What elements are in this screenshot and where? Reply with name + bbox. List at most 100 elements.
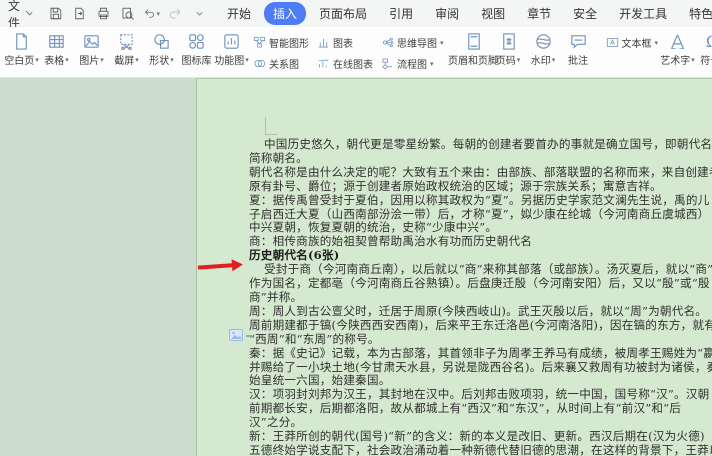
caret-down-icon: ▾ — [170, 56, 174, 64]
caret-down-icon: ▾ — [440, 39, 444, 47]
screenshot-button[interactable]: 截屏▾ — [109, 30, 144, 68]
document-line: 中国历史悠久，朝代更是零星纷繁。每朝的创建者要首办的事就是确立国号，即朝代名称， — [249, 138, 705, 152]
document-page[interactable]: 中国历史悠久，朝代更是零星纷繁。每朝的创建者要首办的事就是确立国号，即朝代名称，… — [196, 78, 712, 456]
document-line: 商：相传商族的始祖契曾帮助禹治水有功而历史朝代名 — [249, 235, 705, 249]
document-line: 周前期建都于镐(今陕西西安西南)，后来平王东迁洛邑(今河南洛阳)，因在镐的东方，… — [249, 319, 705, 333]
document-canvas: 中国历史悠久，朝代更是零星纷繁。每朝的创建者要首办的事就是确立国号，即朝代名称，… — [0, 78, 712, 456]
menu-tab[interactable]: 章节 — [518, 2, 560, 25]
watermark-button[interactable]: 水印▾ — [526, 30, 561, 68]
online-chart-button[interactable]: 在线图表 — [315, 53, 375, 74]
online-chart-icon — [317, 57, 330, 70]
button-label: 图片 — [79, 52, 99, 67]
button-label: 批注 — [568, 52, 588, 67]
document-line: 商”并称。 — [249, 291, 705, 305]
menu-tab[interactable]: 特色应用 — [680, 2, 712, 25]
menu-tab[interactable]: 开发工具 — [610, 2, 676, 25]
button-label: 页码 — [496, 52, 516, 67]
menu-tabs: 开始 插入 页面布局 引用 审阅 视图 章节 安全 开发工具 特色应用 文档助手 — [218, 2, 712, 25]
page-number-button[interactable]: 页码▾ — [491, 30, 526, 68]
button-label: 流程图 — [397, 56, 427, 71]
mindmap-button[interactable]: 思维导图 ▾ — [379, 32, 446, 53]
image-anchor-icon[interactable] — [229, 329, 243, 341]
menu-tab[interactable]: 插入 — [264, 2, 306, 25]
picture-button[interactable]: 图片▾ — [74, 30, 109, 68]
customize-icon[interactable] — [191, 5, 208, 22]
print-preview-icon[interactable] — [119, 5, 136, 22]
relation-diagram-icon — [253, 57, 266, 70]
textbox-button[interactable]: 文本框 ▾ — [604, 35, 661, 50]
omega-symbol-icon: Ω — [706, 32, 712, 52]
caret-down-icon: ▾ — [430, 60, 434, 68]
caret-down-icon: ▾ — [517, 56, 521, 64]
export-icon[interactable] — [71, 5, 88, 22]
shapes-button[interactable]: 形状▾ — [144, 30, 179, 68]
relation-diagram-button[interactable]: 关系图 — [251, 53, 311, 74]
wordart-button[interactable]: 艺术字▾ — [660, 30, 695, 68]
save-icon[interactable] — [47, 5, 64, 22]
document-line: 汉：项羽封刘邦为汉王，其封地在汉中。后刘邦击败项羽，统一中国，国号称“汉”。汉朝 — [249, 388, 705, 402]
quick-access-toolbar: ▾ — [47, 5, 208, 22]
document-line: 汉”之分。 — [249, 416, 705, 430]
wps-writer-window: 文件 ▾ — [0, 0, 712, 456]
header-footer-icon — [464, 31, 483, 52]
symbol-button[interactable]: Ω 符号▾ — [695, 30, 712, 68]
document-line: 周：周人到古公亶父时，迁居于周原(今陕西岐山)。武王灭殷以后，就以“周”为朝代名… — [249, 305, 705, 319]
file-menu-label: 文件 — [8, 0, 22, 31]
menu-tab[interactable]: 开始 — [218, 2, 260, 25]
redo-icon[interactable] — [167, 5, 184, 22]
file-menu-button[interactable]: 文件 — [8, 0, 31, 31]
document-line: 原有卦号、爵位；源于创建者原始政权统治的区域；源于宗族关系；寓意吉祥。 — [249, 180, 705, 194]
function-chart-button[interactable]: 功能图▾ — [214, 30, 249, 68]
document-line: 并赐给了一小块土地(今甘肃天水县，另说是陇西谷名)。后来襄又救周有功被封为诸侯，… — [249, 361, 705, 375]
smart-graphic-icon — [253, 36, 266, 49]
icon-library-button[interactable]: 图标库 — [179, 30, 214, 68]
chart-button[interactable]: 图表 — [315, 32, 375, 53]
caret-down-icon: ▾ — [552, 56, 556, 64]
comment-button[interactable]: 批注 — [561, 30, 596, 68]
document-line: 子启西迁大夏（山西南部汾浍一带）后，才称“夏”，姒少康在纶城（今河南商丘虞城西） — [249, 208, 705, 222]
menu-tab[interactable]: 引用 — [380, 2, 422, 25]
menu-bar: 文件 ▾ — [0, 0, 712, 27]
document-line: 始皇统一六国，始建秦国。 — [249, 374, 705, 388]
document-line: “西周”和“东周”的称号。 — [249, 333, 705, 347]
button-label: 智能图形 — [269, 35, 309, 50]
button-label: 形状 — [149, 52, 169, 67]
shapes-icon — [152, 31, 171, 52]
red-arrow-annotation — [198, 258, 245, 273]
button-label: 空白页 — [4, 52, 34, 67]
ribbon-small-group: 智能图形 关系图 图表 在线图表 思维导图 ▾ 流程图 ▾ — [251, 32, 446, 74]
blank-page-button[interactable]: 空白页▾ — [4, 30, 39, 68]
flowchart-icon — [381, 57, 394, 70]
caret-down-icon: ▾ — [245, 56, 249, 64]
button-label: 符号 — [700, 52, 712, 67]
caret-down-icon: ▾ — [65, 56, 69, 64]
margin-corner-mark — [265, 117, 277, 135]
page-number-icon — [499, 31, 518, 52]
document-line: 中兴夏朝，恢复夏朝的统治，史称“少康中兴”。 — [249, 221, 705, 235]
document-line: 秦：据《史记》记载，本为古部落，其首领非子为周孝王养马有成绩，被周孝王赐姓为“嬴… — [249, 347, 705, 361]
button-label: 思维导图 — [397, 35, 437, 50]
menu-tab[interactable]: 安全 — [564, 2, 606, 25]
table-button[interactable]: 表格▾ — [39, 30, 74, 68]
watermark-icon — [534, 31, 553, 52]
table-icon — [47, 31, 66, 52]
menu-tab[interactable]: 视图 — [472, 2, 514, 25]
smart-graphic-button[interactable]: 智能图形 — [251, 32, 311, 53]
button-label: 文本框 — [622, 35, 652, 50]
flowchart-button[interactable]: 流程图 ▾ — [379, 53, 446, 74]
picture-icon — [82, 31, 101, 52]
button-label: 在线图表 — [333, 56, 373, 71]
header-footer-button[interactable]: 页眉和页脚 — [456, 30, 491, 68]
caret-down-icon: ▾ — [100, 56, 104, 64]
document-line: 新：王莽所创的朝代(国号)“新”的含义：新的本义是改旧、更新。西汉后期在(汉为火… — [249, 430, 705, 444]
caret-down-icon: ▾ — [135, 56, 139, 64]
anchor-dash — [246, 335, 252, 337]
undo-caret-icon[interactable]: ▾ — [157, 10, 161, 18]
button-label: 关系图 — [269, 56, 299, 71]
menu-tab[interactable]: 审阅 — [426, 2, 468, 25]
button-label: 截屏 — [114, 52, 134, 67]
menu-tab[interactable]: 页面布局 — [310, 2, 376, 25]
print-icon[interactable] — [95, 5, 112, 22]
undo-icon[interactable]: ▾ — [143, 5, 160, 22]
chevron-down-icon — [26, 8, 33, 15]
